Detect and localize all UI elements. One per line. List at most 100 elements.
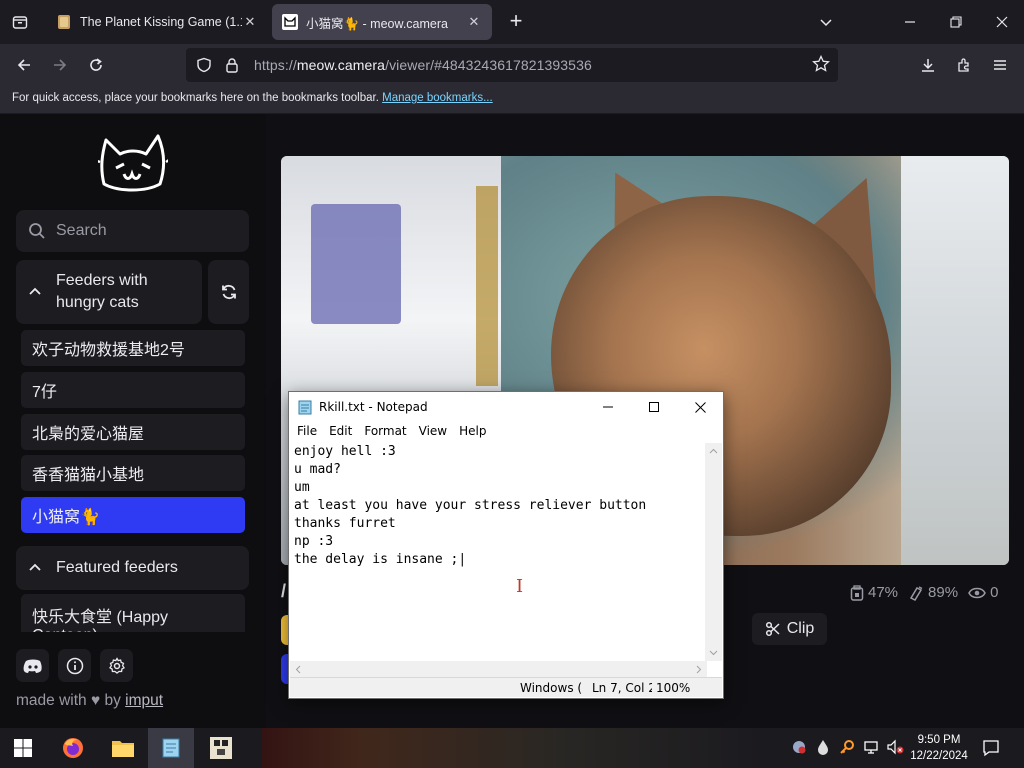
feeder-label: 香香猫猫小基地: [32, 467, 145, 484]
lock-icon[interactable]: [224, 57, 240, 73]
downloads-icon[interactable]: [914, 51, 942, 79]
feeder-name-heading: /: [281, 581, 287, 601]
notepad-icon: [298, 400, 312, 415]
list-all-tabs-chevron-icon[interactable]: [812, 8, 840, 36]
tab-list-icon[interactable]: [6, 8, 34, 36]
restore-button[interactable]: [942, 8, 970, 36]
chevron-up-icon: [29, 287, 41, 295]
search-input[interactable]: Search: [16, 210, 249, 252]
gear-icon[interactable]: [100, 649, 133, 682]
info-icon[interactable]: [58, 649, 91, 682]
cat-favicon-icon: [282, 14, 298, 30]
discord-icon[interactable]: [16, 649, 49, 682]
notepad-status-bar: Windows (C Ln 7, Col 22 100%: [290, 677, 722, 697]
author-link[interactable]: imput: [125, 692, 163, 709]
hamburger-menu-icon[interactable]: [986, 51, 1014, 79]
shield-icon[interactable]: [196, 57, 212, 73]
camera-pole: [476, 186, 498, 386]
feeder-label: 7仔: [32, 384, 57, 401]
text-cursor-icon: I: [516, 576, 524, 597]
extensions-icon[interactable]: [950, 51, 978, 79]
firefox-taskbar-button[interactable]: [50, 728, 96, 768]
chevron-up-icon: [29, 563, 41, 571]
menu-view[interactable]: View: [413, 422, 453, 442]
notepad-close-button[interactable]: [677, 392, 723, 422]
game-favicon-icon: [58, 15, 70, 29]
group-label: Feeders with hungry cats: [56, 272, 148, 311]
tab-meow-camera[interactable]: 小猫窝🐈 - meow.camera ✕: [272, 4, 492, 40]
close-window-button[interactable]: [988, 8, 1016, 36]
feeder-label: 北梟的爱心猫屋: [32, 426, 145, 443]
scissors-icon: [765, 621, 780, 637]
menu-file[interactable]: File: [291, 422, 323, 442]
folder-icon: [112, 741, 134, 757]
camera-blue-object: [311, 204, 401, 324]
menu-format[interactable]: Format: [358, 422, 412, 442]
volume-muted-icon[interactable]: [886, 738, 904, 756]
feeder-item[interactable]: 北梟的爱心猫屋: [21, 414, 245, 450]
tab-close-icon[interactable]: ✕: [242, 14, 258, 30]
key-tray-icon[interactable]: [838, 738, 856, 756]
feeder-label: 欢子动物救援基地2号: [32, 342, 185, 359]
file-explorer-taskbar-button[interactable]: [100, 728, 146, 768]
heart-icon: ♥: [90, 692, 101, 709]
tab-title: The Planet Kissing Game (1.1) o: [80, 15, 242, 29]
feeder-stats: 47% 89% 0: [850, 584, 998, 601]
eye-icon: [968, 587, 986, 598]
bookmark-star-icon[interactable]: [812, 55, 830, 73]
status-position: Ln 7, Col 22: [592, 681, 652, 695]
notepad-menu-bar: File Edit Format View Help: [289, 422, 723, 442]
windows-taskbar: 9:50 PM 12/22/2024: [0, 728, 1024, 768]
minimize-button[interactable]: [896, 8, 924, 36]
forward-arrow-icon[interactable]: [46, 51, 74, 79]
notepad-taskbar-button[interactable]: [148, 728, 194, 768]
taskbar-wallpaper-strip: [262, 728, 762, 768]
notepad-maximize-button[interactable]: [631, 392, 677, 422]
search-icon: [29, 223, 45, 239]
url-bar[interactable]: https://meow.camera/viewer/#484324361782…: [186, 48, 838, 82]
feeder-label: 小猫窝🐈: [32, 509, 100, 526]
manage-bookmarks-link[interactable]: Manage bookmarks...: [382, 92, 493, 104]
clip-label: Clip: [786, 620, 815, 637]
menu-help[interactable]: Help: [453, 422, 492, 442]
feeder-item[interactable]: 7仔: [21, 372, 245, 408]
security-tray-icon[interactable]: [790, 738, 808, 756]
notepad-window: Rkill.txt - Notepad File Edit Format Vie…: [288, 391, 724, 699]
back-arrow-icon[interactable]: [10, 51, 38, 79]
food-level-stat: 47%: [850, 584, 898, 601]
clip-button[interactable]: Clip: [752, 613, 827, 645]
droplet-tray-icon[interactable]: [814, 738, 832, 756]
battery-level-stat: 89%: [908, 584, 958, 601]
featured-label: Featured feeders: [56, 559, 178, 576]
tab-close-icon[interactable]: ✕: [466, 14, 482, 30]
feeder-item-selected[interactable]: 小猫窝🐈: [21, 497, 245, 533]
refresh-button[interactable]: [208, 260, 249, 324]
status-zoom: 100%: [656, 681, 691, 695]
search-placeholder: Search: [56, 222, 107, 239]
system-clock[interactable]: 9:50 PM 12/22/2024: [908, 732, 970, 764]
windows-logo-icon: [14, 739, 32, 757]
feeder-item[interactable]: 香香猫猫小基地: [21, 455, 245, 491]
hungry-feeders-group-toggle[interactable]: Feeders with hungry cats: [16, 260, 202, 324]
notepad-text-area[interactable]: enjoy hell :3 u mad? um at least you hav…: [290, 443, 707, 661]
url-text: https://meow.camera/viewer/#484324361782…: [254, 57, 592, 73]
reload-icon[interactable]: [82, 51, 110, 79]
notepad-horizontal-scrollbar[interactable]: [290, 661, 707, 678]
clock-date: 12/22/2024: [910, 750, 968, 762]
notepad-vertical-scrollbar[interactable]: [705, 443, 722, 661]
new-tab-button[interactable]: +: [502, 8, 530, 36]
browser-tab-bar: The Planet Kissing Game (1.1) o ✕ 小猫窝🐈 -…: [0, 0, 1024, 44]
tab-planet-kissing-game[interactable]: The Planet Kissing Game (1.1) o ✕: [46, 4, 268, 40]
status-encoding: Windows (C: [520, 681, 582, 695]
network-tray-icon[interactable]: [862, 738, 880, 756]
notepad-minimize-button[interactable]: [585, 392, 631, 422]
featured-feeders-group-toggle[interactable]: Featured feeders: [16, 546, 249, 590]
menu-edit[interactable]: Edit: [323, 422, 358, 442]
notification-center-icon[interactable]: [982, 739, 1000, 757]
camera-right-wall: [901, 156, 1009, 565]
start-button[interactable]: [0, 728, 46, 768]
game-taskbar-button[interactable]: [198, 728, 244, 768]
food-bowl-icon: [850, 584, 864, 601]
featured-feeder-item[interactable]: 快乐大食堂 (Happy Canteen): [21, 594, 245, 632]
feeder-item[interactable]: 欢子动物救援基地2号: [21, 330, 245, 366]
